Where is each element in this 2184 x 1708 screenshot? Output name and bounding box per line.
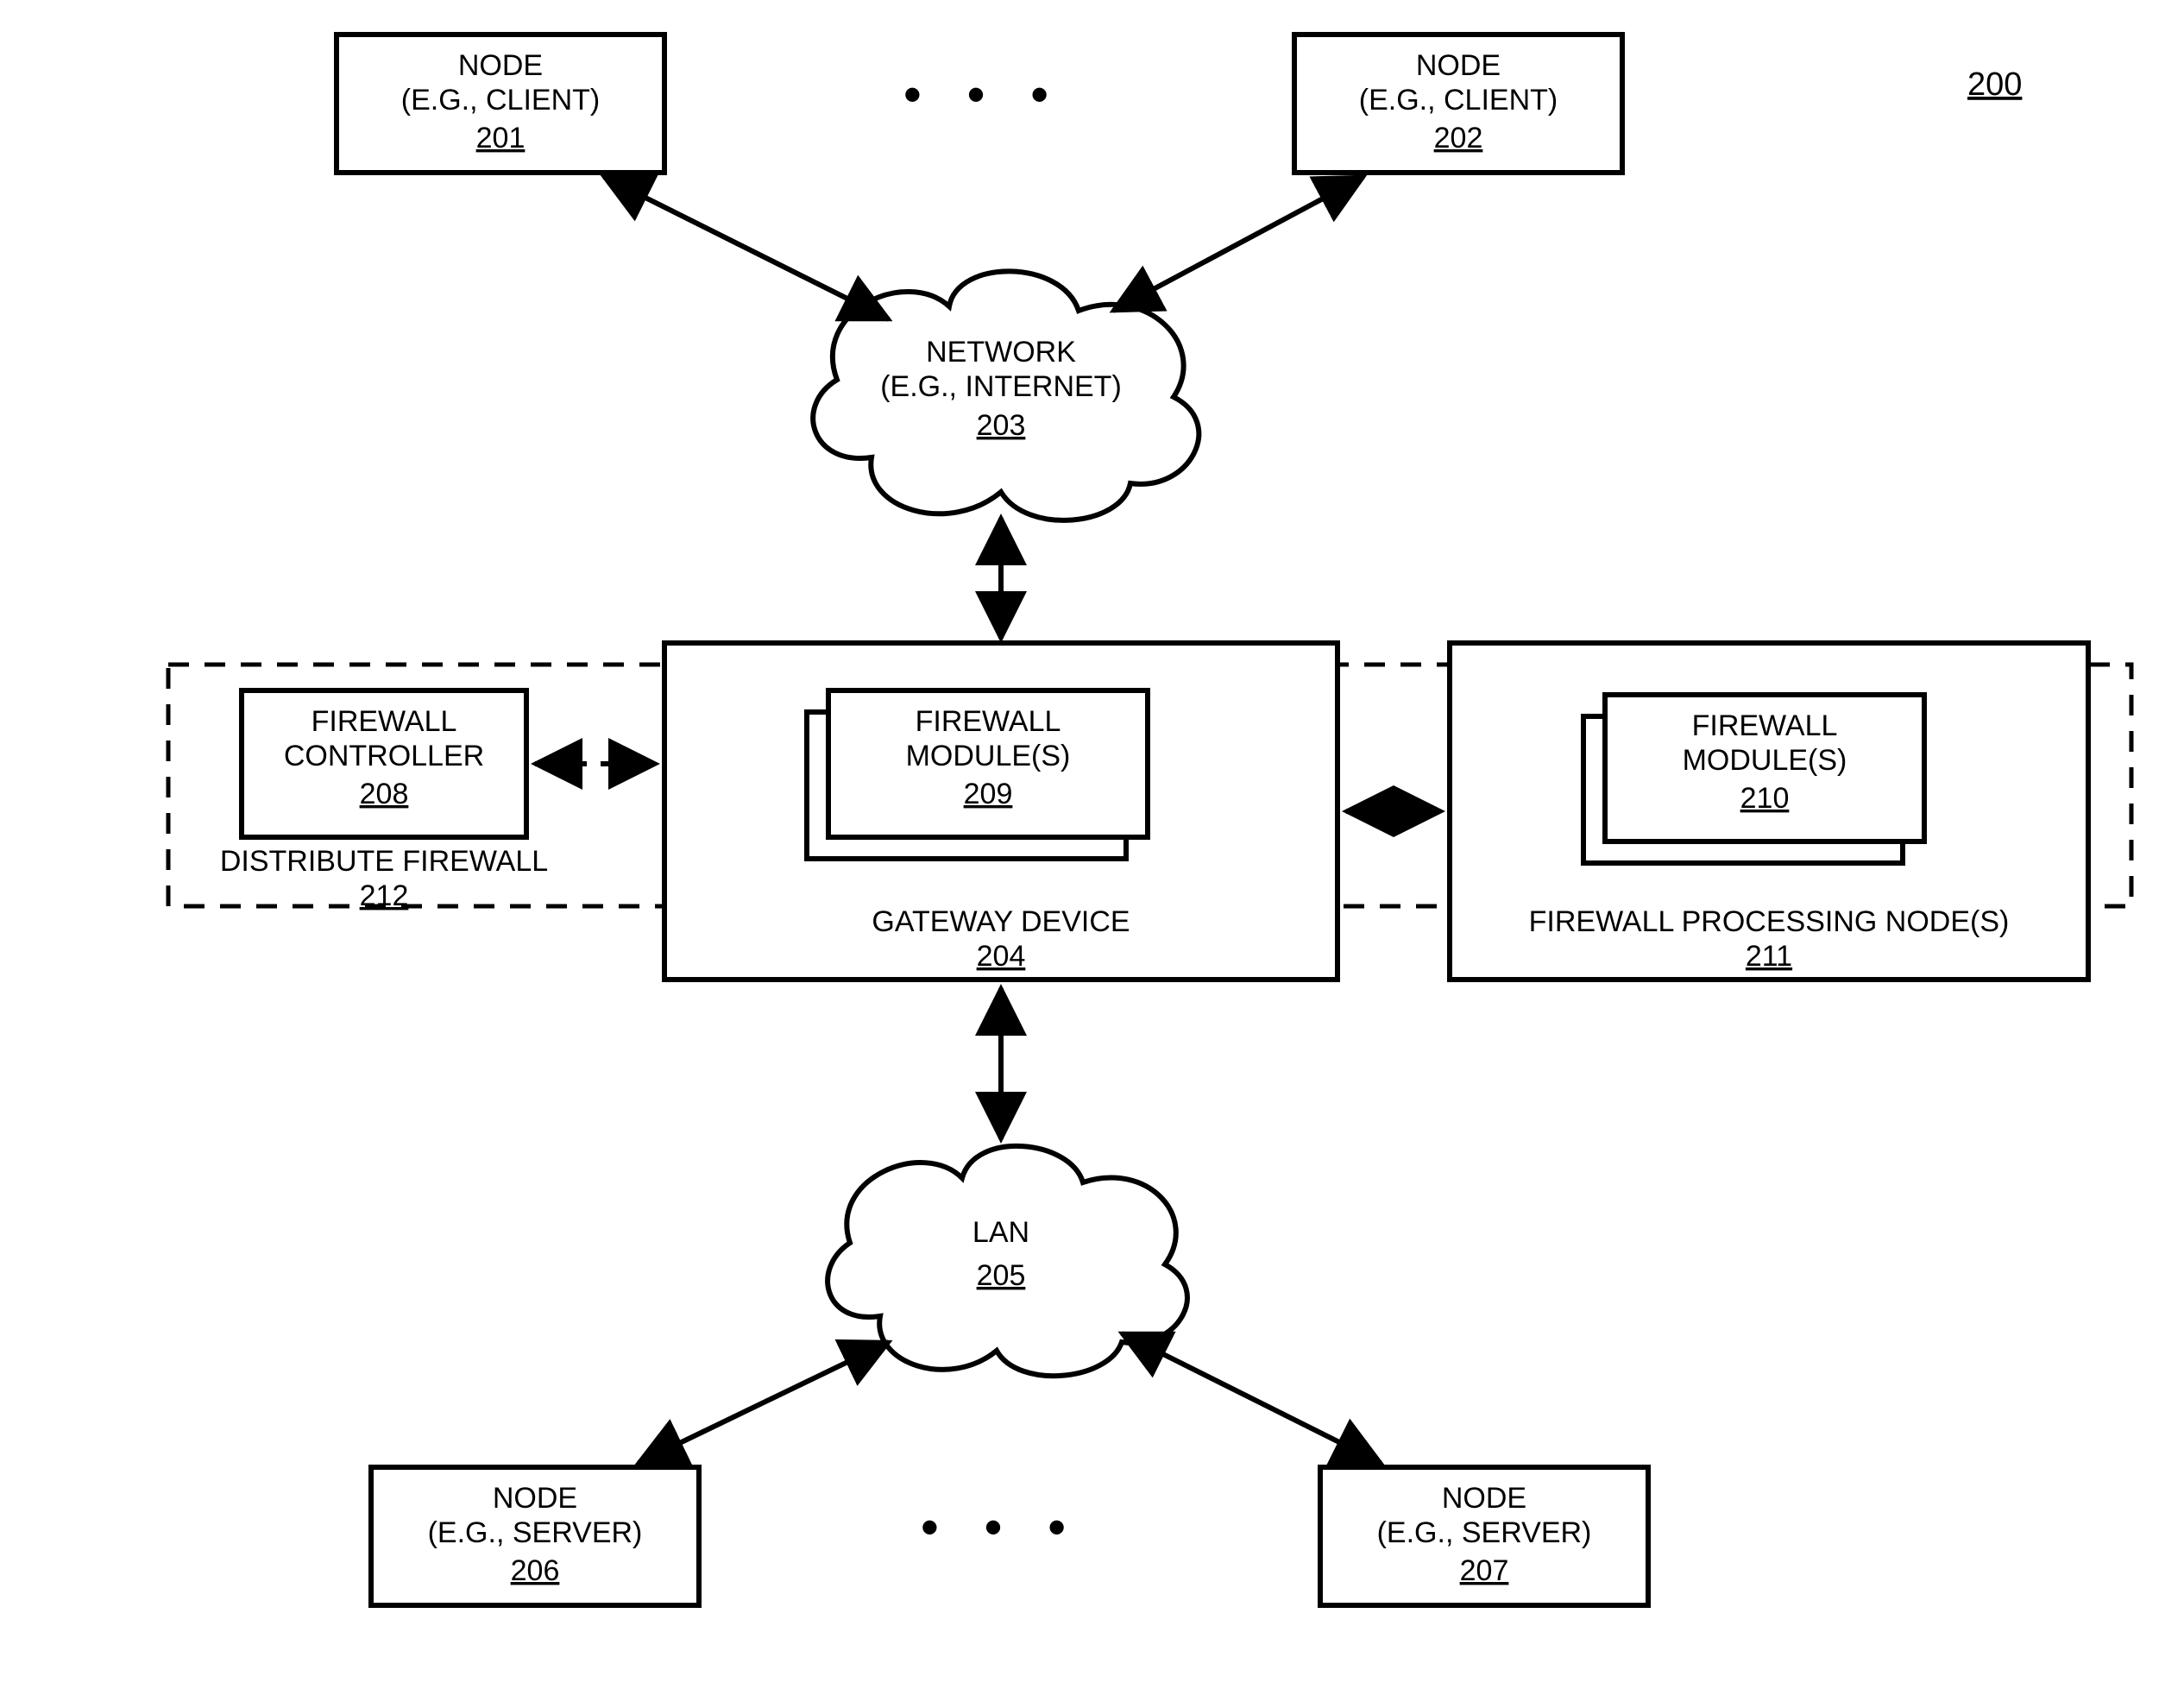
arrow-lan-server2 (1122, 1333, 1381, 1463)
node-client-1: NODE (E.G., CLIENT) 201 (337, 35, 664, 173)
fw-modules-gw-ref: 209 (964, 778, 1013, 810)
node-server-2-ref: 207 (1460, 1554, 1509, 1587)
firewall-controller-ref: 208 (360, 778, 409, 810)
distribute-firewall-ref: 212 (360, 879, 409, 912)
figure-ref: 200 (1967, 66, 2022, 103)
gateway-ref: 204 (977, 940, 1026, 973)
node-client-1-ref: 201 (476, 122, 526, 154)
node-client-2-label1: NODE (1416, 49, 1501, 82)
fw-proc-node-ref: 211 (1746, 940, 1792, 973)
node-server-1-label2: (E.G., SERVER) (428, 1516, 643, 1549)
node-server-1-ref: 206 (511, 1554, 560, 1587)
ellipsis-icon-bottom: • • • (921, 1498, 1081, 1556)
node-server-1-label1: NODE (493, 1482, 577, 1515)
network-label2: (E.G., INTERNET) (880, 370, 1122, 403)
firewall-controller-label1: FIREWALL (312, 705, 457, 738)
fw-modules-proc-ref: 210 (1740, 782, 1790, 815)
node-server-2-label2: (E.G., SERVER) (1377, 1516, 1592, 1549)
fw-modules-proc-label1: FIREWALL (1692, 709, 1838, 742)
gateway-device: FIREWALL MODULE(S) 209 GATEWAY DEVICE 20… (664, 643, 1337, 980)
lan-ref: 205 (977, 1259, 1026, 1292)
network-ref: 203 (977, 409, 1026, 442)
firewall-processing-node: FIREWALL MODULE(S) 210 FIREWALL PROCESSI… (1450, 643, 2088, 980)
node-client-2-ref: 202 (1434, 122, 1483, 154)
fw-modules-gw-label2: MODULE(S) (906, 740, 1071, 772)
fw-modules-proc-label2: MODULE(S) (1683, 744, 1847, 777)
fw-modules-gw-label1: FIREWALL (916, 705, 1061, 738)
node-server-2-label1: NODE (1442, 1482, 1526, 1515)
arrow-client1-network (604, 177, 889, 319)
arrow-lan-server1 (639, 1342, 889, 1463)
node-server-1: NODE (E.G., SERVER) 206 (371, 1467, 699, 1605)
firewall-controller: FIREWALL CONTROLLER 208 (242, 690, 526, 837)
lan-label: LAN (972, 1216, 1029, 1249)
network-label1: NETWORK (926, 336, 1076, 369)
node-client-2-label2: (E.G., CLIENT) (1359, 84, 1558, 117)
node-client-1-label1: NODE (458, 49, 543, 82)
node-server-2: NODE (E.G., SERVER) 207 (1320, 1467, 1648, 1605)
fw-proc-node-label: FIREWALL PROCESSING NODE(S) (1529, 905, 2010, 938)
gateway-label: GATEWAY DEVICE (872, 905, 1130, 938)
firewall-controller-label2: CONTROLLER (284, 740, 484, 772)
node-client-2: NODE (E.G., CLIENT) 202 (1294, 35, 1622, 173)
distribute-firewall-label: DISTRIBUTE FIREWALL (220, 845, 548, 878)
arrow-client2-network (1113, 177, 1363, 311)
ellipsis-icon: • • • (903, 66, 1064, 123)
node-client-1-label2: (E.G., CLIENT) (401, 84, 600, 117)
